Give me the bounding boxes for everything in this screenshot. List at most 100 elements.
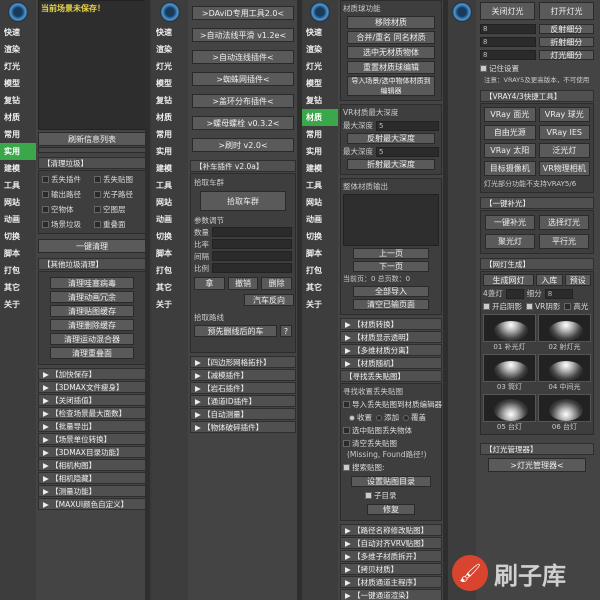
sidebar-item-4[interactable]: 复钻 xyxy=(152,92,188,109)
other-cleanup-button-2[interactable]: 清理贴图缓存 xyxy=(50,305,134,317)
section-1[interactable]: ▶ 【减模插件】 xyxy=(190,369,296,381)
sidebar-item-13[interactable]: 脚本 xyxy=(302,245,338,262)
reflect-subdiv-button[interactable]: 反射细分 xyxy=(538,24,594,34)
section-3[interactable]: ▶ 【通道ID插件】 xyxy=(190,395,296,407)
collapse-handle[interactable] xyxy=(38,147,146,153)
section-one-key-light[interactable]: 【一键补光】 xyxy=(480,197,594,209)
car-reverse-button[interactable]: 汽车反向 xyxy=(244,294,294,306)
param-spinner-3[interactable] xyxy=(212,263,292,273)
sidebar-item-12[interactable]: 切换 xyxy=(152,228,188,245)
sidebar-item-6[interactable]: 常用 xyxy=(0,126,36,143)
cleanup-checkbox-6[interactable]: 场景垃圾 xyxy=(42,219,90,230)
material-button-2[interactable]: 选中无材质物体 xyxy=(347,46,435,59)
section-9[interactable]: ▶ 【测量功能】 xyxy=(38,485,146,497)
car-action-button-1[interactable]: 撤销 xyxy=(227,277,259,290)
section-net-light[interactable]: 【网灯生成】 xyxy=(480,258,594,270)
sidebar-item-2[interactable]: 灯光 xyxy=(0,58,36,75)
generate-net-light-button[interactable]: 生成网灯 xyxy=(483,274,534,286)
search-map-checkbox[interactable]: 搜索贴图: xyxy=(343,462,439,473)
plugin-button-4[interactable]: >盖环分布插件< xyxy=(192,94,294,108)
shadow-checkbox[interactable]: 开启阴影 xyxy=(483,301,522,312)
vray-button-4[interactable]: VRay 太阳 xyxy=(484,143,536,158)
sidebar-item-9[interactable]: 工具 xyxy=(152,177,188,194)
import-missing-checkbox[interactable]: 导入丢失贴图到材质编辑器 xyxy=(343,399,442,410)
sidebar-item-5[interactable]: 材质 xyxy=(152,109,188,126)
plugin-button-6[interactable]: >刷时 v2.0< xyxy=(192,138,294,152)
sidebar-item-13[interactable]: 脚本 xyxy=(152,245,188,262)
section-0[interactable]: ▶ 【四边形网格拓扑】 xyxy=(190,356,296,368)
sidebar-item-12[interactable]: 切换 xyxy=(0,228,36,245)
sidebar-item-15[interactable]: 其它 xyxy=(0,279,36,296)
sidebar-item-2[interactable]: 灯光 xyxy=(302,58,338,75)
prev-page-button[interactable]: 上一页 xyxy=(353,248,429,259)
section-other-cleanup[interactable]: 【其他垃圾清理】 xyxy=(38,258,146,270)
section-b-0[interactable]: ▶ 【路径名称修改贴图】 xyxy=(340,524,442,536)
sidebar-item-1[interactable]: 渲染 xyxy=(152,41,188,58)
sidebar-item-15[interactable]: 其它 xyxy=(302,279,338,296)
section-b-2[interactable]: ▶ 【多维子材质拆开】 xyxy=(340,550,442,562)
cleanup-checkbox-2[interactable]: 输出路径 xyxy=(42,189,90,200)
plugin-button-1[interactable]: >自动法线平滑 v1.2e< xyxy=(192,28,294,42)
clear-missing-checkbox[interactable]: 清空丢失贴图 xyxy=(343,438,439,449)
one-key-button-3[interactable]: 平行光 xyxy=(539,234,589,249)
section-a-3[interactable]: ▶ 【材质随机】 xyxy=(340,357,442,369)
param-spinner-2[interactable] xyxy=(212,251,292,261)
section-3[interactable]: ▶ 【检查场景最大面数】 xyxy=(38,407,146,419)
section-4[interactable]: ▶ 【批量导出】 xyxy=(38,420,146,432)
depth-spinner-2[interactable]: 5 xyxy=(376,146,439,157)
sidebar-item-9[interactable]: 工具 xyxy=(0,177,36,194)
count-spinner[interactable] xyxy=(505,288,524,299)
param-spinner-1[interactable] xyxy=(212,239,292,249)
select-missing-checkbox[interactable]: 选中贴图丢失物体 xyxy=(343,425,439,436)
section-5[interactable]: ▶ 【场景单位转换】 xyxy=(38,433,146,445)
radio-0[interactable]: 收置 xyxy=(349,412,372,423)
highlight-checkbox[interactable]: 高光 xyxy=(564,301,588,312)
open-light-button[interactable]: 打开灯光 xyxy=(539,2,594,20)
material-button-1[interactable]: 合并/重名 同名材质 xyxy=(347,31,435,44)
repair-button[interactable]: 修复 xyxy=(367,504,415,515)
other-cleanup-button-5[interactable]: 清理重叠面 xyxy=(50,347,134,359)
sidebar-item-8[interactable]: 建模 xyxy=(302,160,338,177)
material-button-4[interactable]: 导入场景/选中物体材质到编辑器 xyxy=(347,76,435,96)
cleanup-checkbox-5[interactable]: 空图层 xyxy=(94,204,142,215)
sidebar-item-11[interactable]: 动画 xyxy=(152,211,188,228)
sidebar-item-8[interactable]: 建模 xyxy=(152,160,188,177)
section-2[interactable]: ▶ 【关闭插值】 xyxy=(38,394,146,406)
material-button-3[interactable]: 重置材质球编辑 xyxy=(347,61,435,74)
plugin-button-0[interactable]: >DAviD专用工具2.0< xyxy=(192,6,294,20)
sidebar-item-6[interactable]: 常用 xyxy=(302,126,338,143)
section-cleanup[interactable]: 【清理垃圾】 xyxy=(38,157,146,169)
section-a-2[interactable]: ▶ 【多维材质分离】 xyxy=(340,344,442,356)
other-cleanup-button-0[interactable]: 清理哇塞病毒 xyxy=(50,277,134,289)
clear-pages-button[interactable]: 清空已输页面 xyxy=(353,299,429,310)
vray-button-1[interactable]: VRay 球光 xyxy=(538,107,590,122)
section-lamp-manager[interactable]: 【灯光管理器】 xyxy=(480,443,594,455)
section-10[interactable]: ▶ 【MAXUI颜色自定义】 xyxy=(38,498,146,510)
library-button[interactable]: 入库 xyxy=(536,274,563,286)
scrollbar-1[interactable] xyxy=(145,0,150,600)
one-key-button-2[interactable]: 聚光灯 xyxy=(485,234,535,249)
light-thumbnail-2[interactable]: 03 筒灯 xyxy=(483,354,536,392)
set-car-button[interactable]: 预先删线后的车 xyxy=(194,325,277,337)
refresh-button[interactable]: 刷新信息列表 xyxy=(38,132,146,146)
subdiv-spinner[interactable]: 8 xyxy=(544,288,573,299)
sidebar-item-7[interactable]: 实用 xyxy=(152,143,188,160)
refract-subdiv-button[interactable]: 折射细分 xyxy=(538,37,594,47)
reflect-spinner[interactable]: 8 xyxy=(480,24,536,34)
vray-button-3[interactable]: VRay IES xyxy=(538,125,590,140)
one-key-button-1[interactable]: 选择灯光 xyxy=(539,215,589,230)
section-b-4[interactable]: ▶ 【材质通道主程序】 xyxy=(340,576,442,588)
vray-button-2[interactable]: 自由光源 xyxy=(484,125,536,140)
section-fill-car[interactable]: 【补车插件 v2.0a】 xyxy=(190,160,296,172)
set-map-dir-button[interactable]: 设置贴图目录 xyxy=(351,476,431,487)
sidebar-item-5[interactable]: 材质 xyxy=(0,109,36,126)
radio-2[interactable]: 覆盖 xyxy=(403,412,426,423)
sidebar-item-4[interactable]: 复钻 xyxy=(302,92,338,109)
sidebar-item-10[interactable]: 网站 xyxy=(152,194,188,211)
sidebar-item-0[interactable]: 快速 xyxy=(152,24,188,41)
param-spinner-0[interactable] xyxy=(212,227,292,237)
close-light-button[interactable]: 关闭灯光 xyxy=(480,2,535,20)
vray-button-5[interactable]: 泛光灯 xyxy=(538,143,590,158)
preset-button[interactable]: 预设 xyxy=(564,274,591,286)
sidebar-item-6[interactable]: 常用 xyxy=(152,126,188,143)
